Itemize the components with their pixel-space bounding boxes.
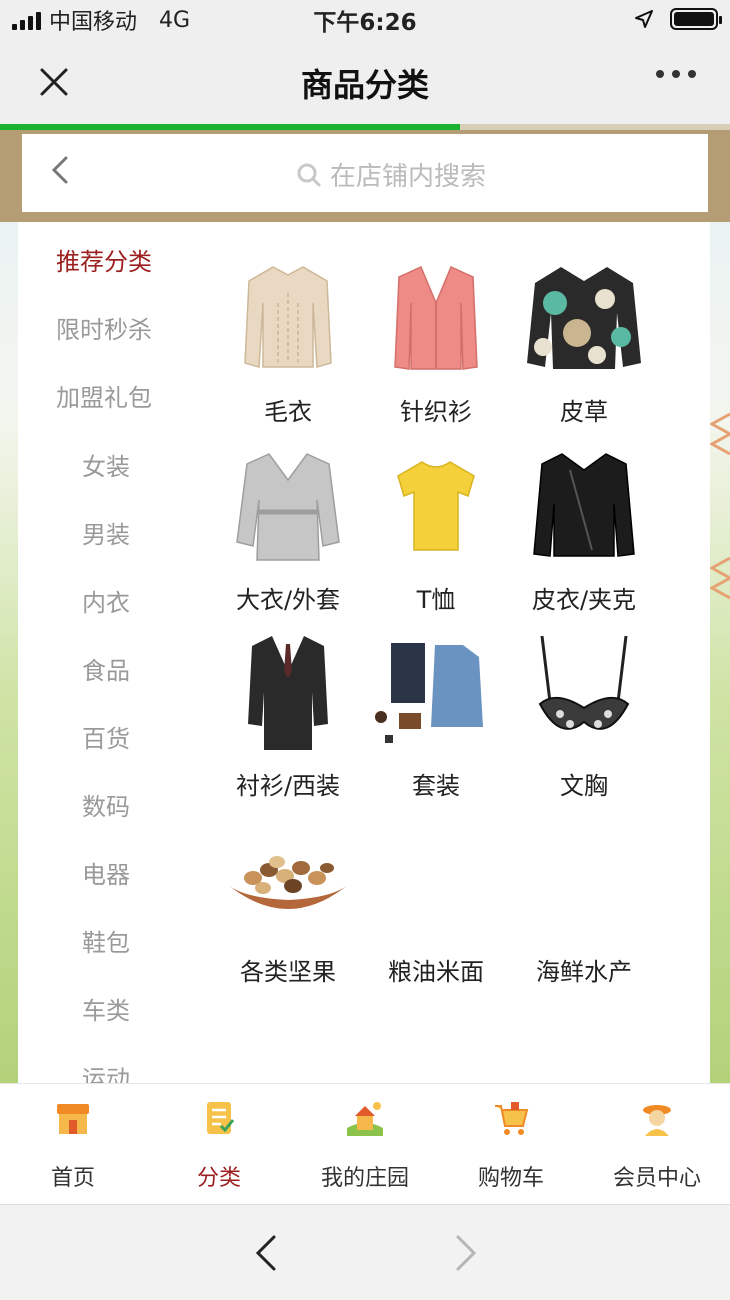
shopping-cart-icon <box>495 1102 529 1135</box>
category-item-leather-jacket[interactable]: 皮衣/夹克 <box>510 446 658 614</box>
category-item-tshirt[interactable]: T恤 <box>362 446 510 614</box>
more-icon[interactable] <box>656 70 696 78</box>
category-label: 文胸 <box>560 772 608 800</box>
bottom-tab-bar: 首页 分类 我的庄园 购物车 会员中心 <box>0 1083 730 1204</box>
fur-coat-image <box>510 258 658 378</box>
category-label: 各类坚果 <box>240 958 336 986</box>
category-item-sweater[interactable]: 毛衣 <box>214 258 362 426</box>
tshirt-image <box>362 446 510 566</box>
sidebar-item-digital[interactable]: 数码 <box>82 787 130 822</box>
outfit-set-image <box>362 632 510 752</box>
tab-label: 我的庄园 <box>320 1166 409 1191</box>
home-shop-icon <box>57 1104 89 1134</box>
tab-category[interactable]: 分类 <box>146 1084 292 1205</box>
sidebar-item-general[interactable]: 百货 <box>82 719 130 754</box>
member-avatar-icon <box>643 1105 671 1136</box>
browser-back-icon[interactable] <box>252 1233 280 1273</box>
category-item-nuts[interactable]: 各类坚果 <box>214 818 362 986</box>
tab-home[interactable]: 首页 <box>0 1084 146 1205</box>
battery-icon <box>670 8 722 30</box>
carrier-name: 中国移动 <box>49 10 138 35</box>
tab-member-center[interactable]: 会员中心 <box>584 1084 730 1205</box>
sidebar-item-sports[interactable]: 运动 <box>82 1059 130 1083</box>
sidebar-item-vehicles[interactable]: 车类 <box>82 991 130 1026</box>
tab-label: 会员中心 <box>612 1166 701 1191</box>
decor-zigzag-icon <box>708 412 730 456</box>
decor-zigzag-icon <box>708 556 730 600</box>
category-label: 皮草 <box>560 398 608 426</box>
category-item-outfit-set[interactable]: 套装 <box>362 632 510 800</box>
sidebar-item-food[interactable]: 食品 <box>82 651 130 686</box>
category-label: 毛衣 <box>264 398 312 426</box>
tab-label: 分类 <box>196 1166 241 1191</box>
category-item-cardigan[interactable]: 针织衫 <box>362 258 510 426</box>
nav-bar: 商品分类 <box>0 40 730 126</box>
bra-image <box>510 632 658 752</box>
search-placeholder: 在店铺内搜索 <box>330 162 487 192</box>
farm-manor-icon <box>347 1102 383 1136</box>
sidebar-item-join-gift[interactable]: 加盟礼包 <box>56 378 152 413</box>
search-icon <box>297 163 321 186</box>
sidebar-item-underwear[interactable]: 内衣 <box>82 583 130 618</box>
category-label: T恤 <box>416 586 456 614</box>
page-title: 商品分类 <box>300 66 429 104</box>
sidebar-item-recommended[interactable]: 推荐分类 <box>56 242 152 277</box>
nuts-image <box>214 818 362 938</box>
category-label: 套装 <box>412 772 460 800</box>
category-label: 皮衣/夹克 <box>531 586 637 614</box>
browser-toolbar <box>0 1204 730 1300</box>
search-input[interactable]: 在店铺内搜索 <box>296 156 486 193</box>
category-label: 针织衫 <box>400 398 472 426</box>
category-label: 粮油米面 <box>388 958 484 986</box>
cardigan-image <box>362 258 510 378</box>
sidebar-item-flash-sale[interactable]: 限时秒杀 <box>56 310 152 345</box>
category-item-fur[interactable]: 皮草 <box>510 258 658 426</box>
category-label: 海鲜水产 <box>536 958 632 986</box>
tab-cart[interactable]: 购物车 <box>438 1084 584 1205</box>
close-icon[interactable] <box>32 60 76 104</box>
sidebar-item-men[interactable]: 男装 <box>82 515 130 550</box>
network-type: 4G <box>159 7 191 33</box>
category-label: 衬衫/西装 <box>235 772 341 800</box>
category-item-bra[interactable]: 文胸 <box>510 632 658 800</box>
leather-jacket-image <box>510 446 658 566</box>
tab-my-farm[interactable]: 我的庄园 <box>292 1084 438 1205</box>
back-chevron-icon[interactable] <box>46 152 74 188</box>
status-bar: 中国移动 4G 下午6:26 <box>0 0 730 40</box>
tab-label: 购物车 <box>477 1166 544 1191</box>
category-label: 大衣/外套 <box>235 586 341 614</box>
suit-image <box>214 632 362 752</box>
category-item-suit[interactable]: 衬衫/西装 <box>214 632 362 800</box>
overcoat-image <box>214 446 362 566</box>
tab-label: 首页 <box>50 1166 95 1191</box>
sidebar-item-appliances[interactable]: 电器 <box>82 855 130 890</box>
browser-forward-icon[interactable] <box>452 1233 480 1273</box>
location-arrow-icon <box>635 10 653 28</box>
sweater-image <box>214 258 362 378</box>
signal-icon <box>12 10 41 30</box>
category-panel: 推荐分类 限时秒杀 加盟礼包 女装 男装 内衣 食品 百货 数码 电器 鞋包 车… <box>18 222 710 1083</box>
sidebar-item-shoes-bags[interactable]: 鞋包 <box>82 923 130 958</box>
category-list-icon <box>207 1102 235 1134</box>
category-item-overcoat[interactable]: 大衣/外套 <box>214 446 362 614</box>
sidebar-item-women[interactable]: 女装 <box>82 447 130 482</box>
